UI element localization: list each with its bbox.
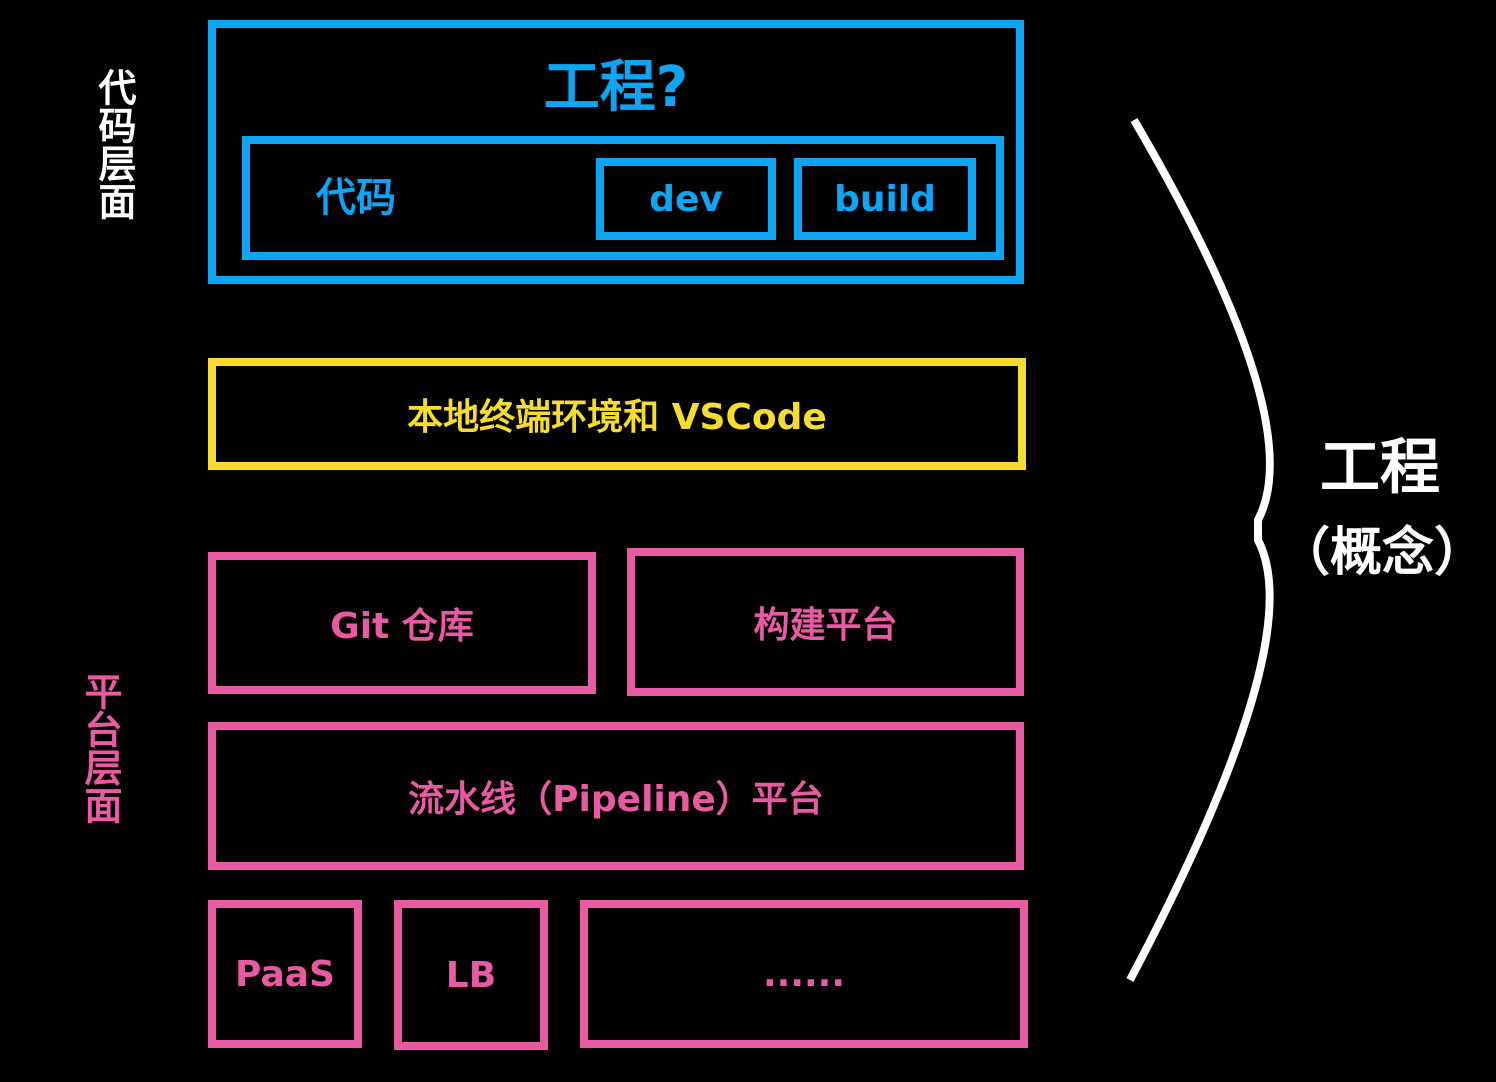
paas-label: PaaS <box>235 953 335 995</box>
engineering-concept-title: 工程 <box>1320 433 1440 503</box>
engineering-question-title: 工程? <box>543 55 689 120</box>
build-label: build <box>834 178 936 220</box>
local-env-box: 本地终端环境和 VSCode <box>208 358 1026 470</box>
code-label: 代码 <box>316 175 396 221</box>
more-label: ...... <box>762 953 846 995</box>
git-repo-box: Git 仓库 <box>208 552 596 694</box>
more-box: ...... <box>580 900 1028 1048</box>
platform-level-label: 平台层面 <box>78 672 122 824</box>
build-box: build <box>794 158 976 240</box>
code-level-label: 代码层面 <box>92 68 136 220</box>
pipeline-platform-box: 流水线（Pipeline）平台 <box>208 722 1024 870</box>
lb-label: LB <box>445 954 497 996</box>
lb-box: LB <box>394 900 548 1050</box>
dev-label: dev <box>649 178 723 220</box>
build-platform-box: 构建平台 <box>627 548 1024 696</box>
paas-box: PaaS <box>208 900 362 1048</box>
code-box: 代码 dev build <box>242 136 1004 260</box>
local-env-label: 本地终端环境和 VSCode <box>407 397 827 438</box>
engineering-concept-subtitle: （概念） <box>1278 523 1487 583</box>
pipeline-platform-label: 流水线（Pipeline）平台 <box>408 779 824 820</box>
dev-box: dev <box>596 158 776 240</box>
engineering-question-box: 工程? 代码 dev build <box>208 20 1024 284</box>
git-repo-label: Git 仓库 <box>330 606 474 647</box>
bracket-curve <box>1126 117 1274 982</box>
build-platform-label: 构建平台 <box>753 605 898 646</box>
